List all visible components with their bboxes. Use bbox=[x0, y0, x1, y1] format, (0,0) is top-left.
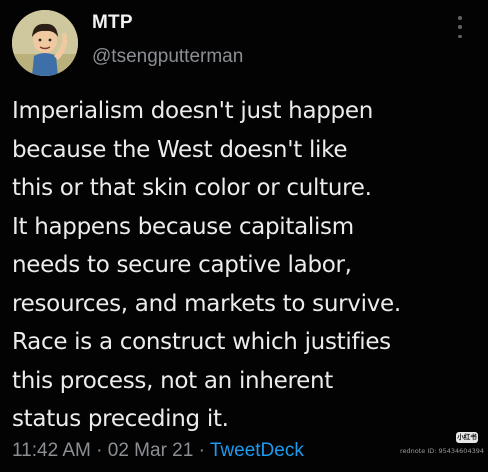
tweet-text-line: because the West doesn't like bbox=[12, 136, 348, 163]
more-vertical-icon[interactable] bbox=[456, 16, 464, 38]
tweet-text-line: Imperialism doesn't just happen bbox=[12, 98, 373, 124]
tweet-text-line: this or that skin color or culture. bbox=[12, 175, 372, 201]
author-display-name[interactable]: MTP bbox=[92, 12, 133, 34]
tweet-text-line: resources, and markets to survive. bbox=[12, 290, 401, 317]
tweet-text-line: this process, not an inherent bbox=[12, 367, 333, 394]
more-dot bbox=[458, 25, 462, 29]
tweet-card: MTP @tsengputterman Imperialism doesn't … bbox=[0, 0, 488, 472]
tweet-date[interactable]: 02 Mar 21 bbox=[108, 440, 194, 461]
more-dot bbox=[458, 34, 462, 38]
watermark-id: rednote ID: 95434604394 bbox=[399, 447, 484, 455]
meta-separator: · bbox=[96, 440, 108, 461]
watermark: 小红书 rednote ID: 95434604394 bbox=[380, 432, 484, 462]
avatar[interactable] bbox=[12, 10, 78, 76]
tweet-time[interactable]: 11:42 AM bbox=[12, 440, 91, 461]
tweet-text-line: needs to secure captive labor, bbox=[12, 252, 352, 278]
tweet-source-link[interactable]: TweetDeck bbox=[210, 440, 304, 461]
watermark-logo: 小红书 bbox=[456, 432, 478, 443]
more-dot bbox=[458, 16, 462, 20]
tweet-text: Imperialism doesn't just happen because … bbox=[12, 92, 482, 439]
meta-separator: · bbox=[198, 440, 210, 461]
tweet-text-line: It happens because capitalism bbox=[12, 213, 354, 240]
tweet-meta: 11:42 AM · 02 Mar 21 · TweetDeck bbox=[12, 440, 304, 462]
avatar-image bbox=[12, 10, 78, 76]
author-handle[interactable]: @tsengputterman bbox=[92, 46, 243, 68]
tweet-text-line: Race is a construct which justifies bbox=[12, 329, 391, 355]
